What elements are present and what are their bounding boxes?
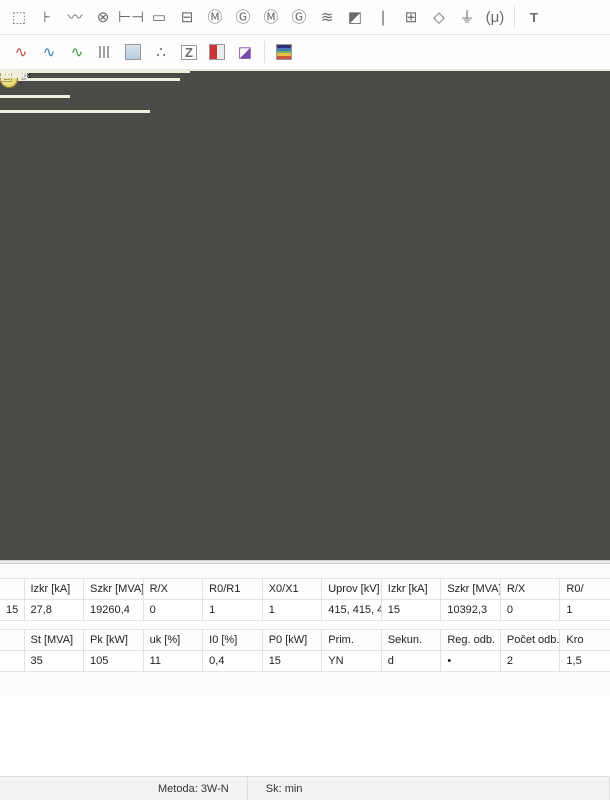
select-icon[interactable]: ⬚ [6, 4, 32, 30]
half-red-icon[interactable] [204, 39, 230, 65]
toolbar-separator [264, 41, 265, 63]
wave-blue-icon[interactable]: ∿ [36, 39, 62, 65]
transformer-icon[interactable]: ⊗ [90, 4, 116, 30]
motor-icon[interactable]: Ⓜ [202, 4, 228, 30]
rect-minus-icon[interactable]: ⊟ [174, 4, 200, 30]
z-box-icon[interactable]: Z [176, 39, 202, 65]
table-header-row: St [MVA]Pk [kW] uk [%]I0 [%] P0 [kW]Prim… [0, 630, 610, 651]
toolbar-separator [514, 6, 515, 28]
bars-icon[interactable] [92, 39, 118, 65]
pin-icon[interactable]: ❘ [370, 4, 396, 30]
table-row[interactable]: 15 27,819260,4 01 1415, 415, 415 1510392… [0, 600, 610, 621]
table-header-row: Izkr [kA]Szkr [MVA] R/XR0/R1 X0/X1Uprov … [0, 579, 610, 600]
mu-icon[interactable]: (μ) [482, 4, 508, 30]
chart-icon[interactable] [120, 39, 146, 65]
wave-red-icon[interactable]: ∿ [8, 39, 34, 65]
motor2-icon[interactable]: Ⓜ [258, 4, 284, 30]
table-row[interactable]: 35105 110,4 15YN d• 21,5 [0, 651, 610, 672]
diamond-icon[interactable]: ◇ [426, 4, 452, 30]
schematic-canvas[interactable]: DRI CVR PSEa1 PSEa2 Zpzl PZA 386 Zcvr 38… [0, 70, 610, 560]
generator2-icon[interactable]: Ⓖ [286, 4, 312, 30]
connector-icon[interactable]: ⊦ [34, 4, 60, 30]
resistor-icon[interactable]: 〰 [62, 4, 88, 30]
table-transformer[interactable]: St [MVA]Pk [kW] uk [%]I0 [%] P0 [kW]Prim… [0, 629, 610, 672]
gradient-icon[interactable] [271, 39, 297, 65]
status-sk: Sk: min [248, 777, 610, 800]
toggle-icon[interactable]: ◩ [342, 4, 368, 30]
data-panel: Izkr [kA]Szkr [MVA] R/XR0/R1 X0/X1Uprov … [0, 564, 610, 697]
rect-empty-icon[interactable]: ▭ [146, 4, 172, 30]
toolbar-views: ∿ ∿ ∿ ∴ Z ◪ [0, 35, 610, 70]
purple-box-icon[interactable]: ◪ [232, 39, 258, 65]
approx-icon[interactable]: ≋ [314, 4, 340, 30]
statusbar: Metoda: 3W-N Sk: min [0, 776, 610, 800]
horizontal-scrollbar[interactable] [0, 680, 610, 697]
wave-green-icon[interactable]: ∿ [64, 39, 90, 65]
status-metoda: Metoda: 3W-N [140, 777, 248, 800]
busbar-icon[interactable]: ⊢⊣ [118, 4, 144, 30]
text-icon[interactable]: T [521, 4, 547, 30]
generator-icon[interactable]: Ⓖ [230, 4, 256, 30]
toolbar-elements: ⬚ ⊦ 〰 ⊗ ⊢⊣ ▭ ⊟ Ⓜ Ⓖ Ⓜ Ⓖ ≋ ◩ ❘ ⊞ ◇ ⏚ (μ) T [0, 0, 610, 35]
scatter-icon[interactable]: ∴ [148, 39, 174, 65]
ground-icon[interactable]: ⏚ [454, 4, 480, 30]
gridplus-icon[interactable]: ⊞ [398, 4, 424, 30]
table-shortcircuit[interactable]: Izkr [kA]Szkr [MVA] R/XR0/R1 X0/X1Uprov … [0, 578, 610, 621]
